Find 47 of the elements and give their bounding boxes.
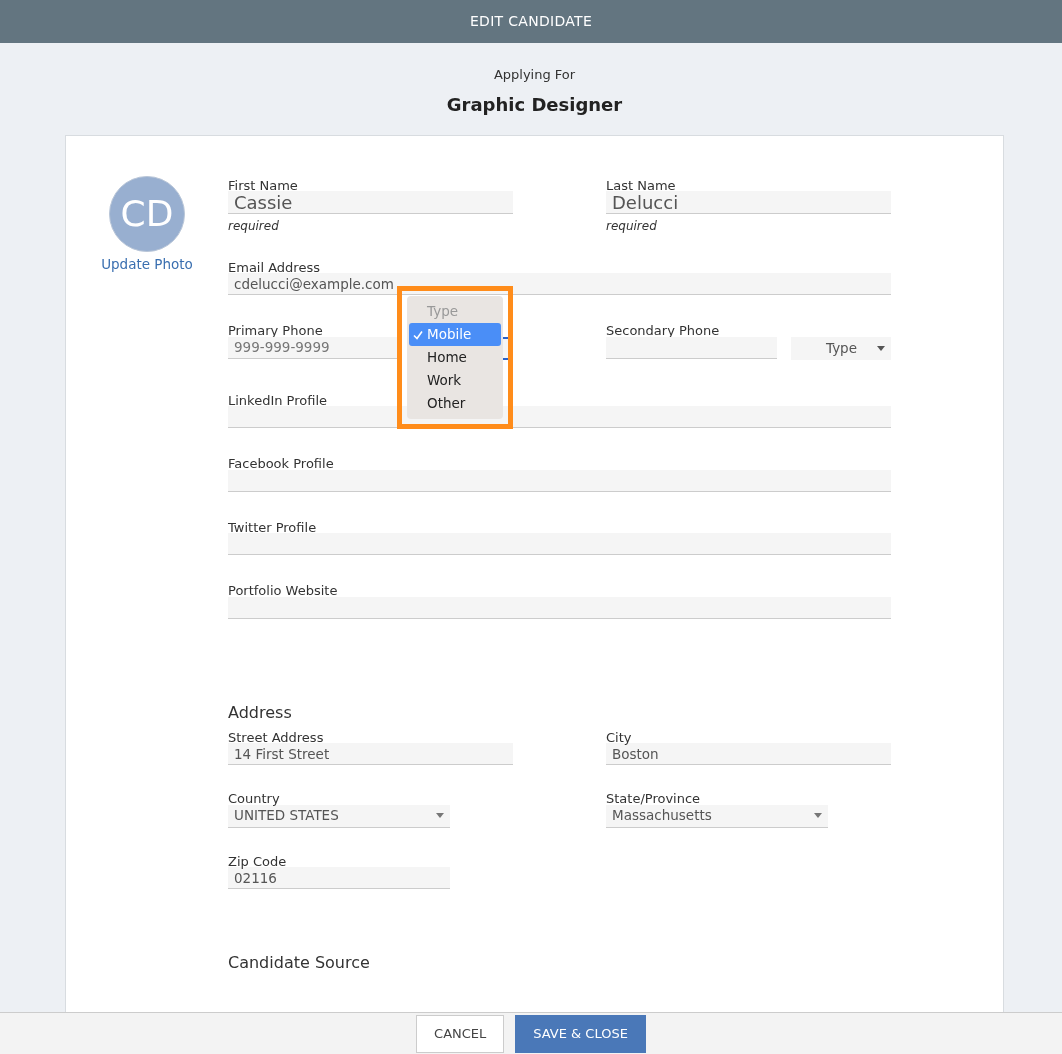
- select-value: UNITED STATES: [234, 806, 339, 826]
- field-label: Country: [228, 790, 280, 807]
- field-label: Primary Phone: [228, 322, 323, 339]
- required-note: required: [228, 218, 279, 235]
- input-field[interactable]: cdelucci@example.com: [228, 273, 891, 295]
- avatar: CD: [109, 175, 185, 252]
- menu-option[interactable]: Home: [409, 346, 501, 369]
- field-label: Street Address: [228, 728, 324, 746]
- field-label: Secondary Phone: [606, 322, 720, 339]
- select-field[interactable]: Massachusetts: [606, 804, 828, 828]
- input-field[interactable]: 14 First Street: [228, 743, 513, 765]
- update-photo-link[interactable]: Update Photo: [101, 253, 193, 274]
- section-heading: Candidate Source: [228, 952, 370, 974]
- field-label: Facebook Profile: [228, 455, 334, 472]
- input-field[interactable]: [228, 533, 891, 555]
- checkmark-icon: [413, 329, 423, 340]
- field-label: Zip Code: [228, 852, 287, 870]
- position-title: Graphic Designer: [446, 93, 623, 115]
- field-label: Twitter Profile: [228, 518, 317, 536]
- caret-icon: [877, 345, 885, 351]
- input-field[interactable]: [228, 596, 891, 619]
- menu-option[interactable]: Other: [409, 392, 501, 415]
- select-value: Massachusetts: [612, 806, 712, 826]
- window-title: EDIT CANDIDATE: [469, 12, 593, 31]
- section-heading: Address: [228, 701, 292, 724]
- field-label: LinkedIn Profile: [228, 391, 328, 409]
- type-select[interactable]: Type: [791, 336, 891, 360]
- field-label: Email Address: [228, 258, 320, 276]
- input-field[interactable]: [606, 336, 777, 359]
- field-label: City: [606, 728, 632, 746]
- field-label: Portfolio Website: [228, 582, 338, 599]
- required-note: required: [606, 218, 657, 235]
- field-label: First Name: [228, 176, 298, 194]
- applying-label: Applying For: [493, 67, 576, 82]
- input-field[interactable]: Delucci: [606, 191, 891, 214]
- field-label: State/Province: [606, 790, 701, 807]
- caret-icon: [436, 813, 444, 818]
- input-field[interactable]: [228, 469, 891, 492]
- select-value: Type: [826, 338, 857, 358]
- input-field[interactable]: Cassie: [228, 191, 513, 214]
- menu-option: Type: [409, 300, 501, 323]
- field-label: Last Name: [606, 176, 676, 194]
- save-button[interactable]: SAVE & CLOSE: [515, 1014, 646, 1053]
- menu-option[interactable]: Work: [409, 369, 501, 392]
- cancel-button[interactable]: CANCEL: [416, 1014, 505, 1053]
- input-field[interactable]: 999-999-9999: [228, 336, 399, 359]
- caret-icon: [814, 813, 822, 818]
